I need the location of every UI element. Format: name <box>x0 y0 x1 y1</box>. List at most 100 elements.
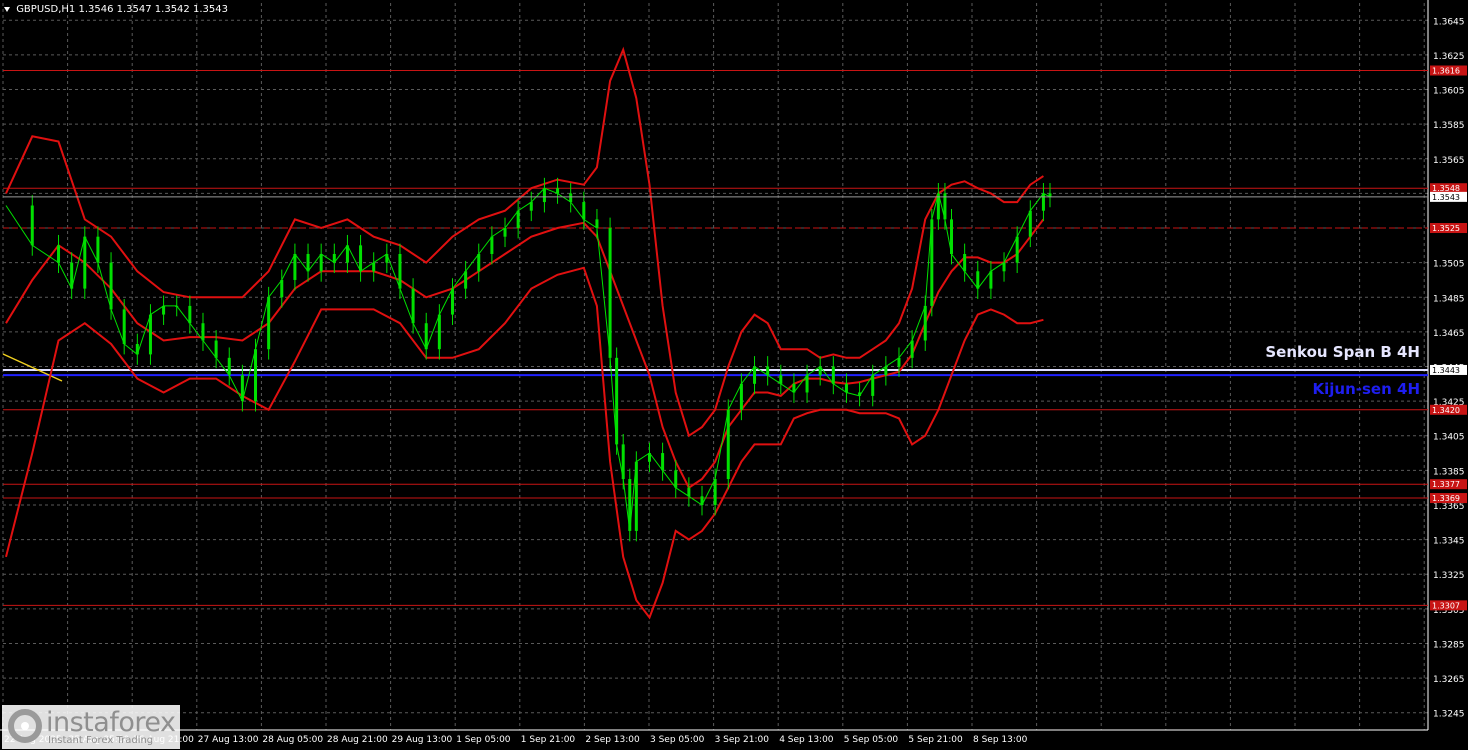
candle-body <box>844 383 848 393</box>
y-tick-label: 1.3265 <box>1433 675 1465 685</box>
x-tick-label: 27 Aug 13:00 <box>198 735 259 745</box>
candle-body <box>713 479 717 505</box>
y-tick-label: 1.3365 <box>1433 502 1465 512</box>
x-tick-label: 3 Sep 21:00 <box>715 735 770 745</box>
candle-body <box>148 314 152 355</box>
x-tick-label: 2 Sep 13:00 <box>585 735 640 745</box>
candle-body <box>897 357 901 367</box>
candle-body <box>359 245 363 272</box>
candle-body <box>96 236 100 263</box>
dropdown-triangle-icon[interactable] <box>4 6 10 12</box>
gear-logo-icon <box>8 709 42 743</box>
y-tick-label: 1.3625 <box>1433 52 1465 62</box>
candle-body <box>109 262 113 310</box>
candle-body <box>569 193 573 203</box>
kijun-sen-label: Kijun-sen 4H <box>1312 380 1420 398</box>
level-label: 1.3377 <box>1432 480 1460 489</box>
current-price-label: 1.3543 <box>1432 193 1460 202</box>
candle-body <box>30 205 34 246</box>
candle-body <box>1015 236 1019 263</box>
y-tick-label: 1.3325 <box>1433 571 1465 581</box>
level-label: 1.3548 <box>1432 184 1460 193</box>
candle-body <box>464 271 468 289</box>
candle-body <box>214 340 218 358</box>
x-tick-label: 4 Sep 13:00 <box>779 735 834 745</box>
candle-body <box>503 228 507 237</box>
candle-body <box>976 271 980 289</box>
candle-body <box>227 357 231 376</box>
x-tick-label: 3 Sep 05:00 <box>650 735 705 745</box>
y-tick-label: 1.3505 <box>1433 260 1465 270</box>
candle-body <box>726 409 730 480</box>
candle-body <box>254 349 258 402</box>
level-label: 1.3307 <box>1432 601 1460 610</box>
x-tick-label: 1 Sep 05:00 <box>456 735 511 745</box>
candle-body <box>83 236 87 289</box>
candle-body <box>910 340 914 358</box>
candle-body <box>1041 193 1045 211</box>
candle-body <box>674 470 678 488</box>
candle-body <box>963 253 967 272</box>
candle-body <box>293 253 297 280</box>
ohlc-values: 1.3546 1.3547 1.3542 1.3543 <box>78 4 228 15</box>
candle-body <box>319 253 323 272</box>
candle-body <box>188 305 192 324</box>
candle-body <box>753 366 757 384</box>
y-tick-label: 1.3585 <box>1433 121 1465 131</box>
candle-body <box>437 314 441 350</box>
candle-body <box>831 366 835 384</box>
y-tick-label: 1.3485 <box>1433 294 1465 304</box>
price-chart[interactable]: 1.36451.36251.36051.35851.35651.35451.35… <box>0 0 1468 750</box>
candle-body <box>542 188 546 203</box>
candle-body <box>122 309 126 344</box>
x-tick-label: 8 Sep 13:00 <box>973 735 1028 745</box>
candle-body <box>989 271 993 289</box>
candle-body <box>923 305 927 341</box>
y-tick-label: 1.3285 <box>1433 640 1465 650</box>
candle-body <box>280 279 284 298</box>
candle-body <box>490 236 494 254</box>
y-tick-label: 1.3345 <box>1433 537 1465 547</box>
level-label: 1.3616 <box>1432 67 1460 76</box>
y-tick-label: 1.3405 <box>1433 433 1465 443</box>
chart-title: GBPUSD,H1 1.3546 1.3547 1.3542 1.3543 <box>4 4 228 15</box>
candle-body <box>766 366 770 376</box>
y-tick-label: 1.3645 <box>1433 17 1465 27</box>
x-tick-label: 28 Aug 05:00 <box>262 735 323 745</box>
x-tick-label: 5 Sep 05:00 <box>844 735 899 745</box>
y-tick-label: 1.3385 <box>1433 467 1465 477</box>
x-tick-label: 1 Sep 21:00 <box>521 735 576 745</box>
senkou-span-b-label: Senkou Span B 4H <box>1265 343 1420 361</box>
candle-body <box>162 305 166 315</box>
candle-body <box>398 253 402 289</box>
level-label: 1.3369 <box>1432 494 1460 503</box>
candle-body <box>57 245 61 263</box>
x-tick-label: 5 Sep 21:00 <box>908 735 963 745</box>
y-tick-label: 1.3465 <box>1433 329 1465 339</box>
y-tick-label: 1.3605 <box>1433 87 1465 97</box>
candle-body <box>884 366 888 376</box>
candle-body <box>411 288 415 324</box>
candle-body <box>871 375 875 396</box>
candle-body <box>739 383 743 410</box>
candle-body <box>1028 210 1032 237</box>
candle-body <box>595 219 599 229</box>
candle-body <box>805 375 809 393</box>
candle-body <box>1002 262 1006 272</box>
x-tick-label: 29 Aug 13:00 <box>392 735 453 745</box>
candle-body <box>267 297 271 350</box>
candle-body <box>450 288 454 315</box>
instaforex-logo: instaforex Instant Forex Trading <box>2 705 180 749</box>
level-label: 1.3525 <box>1432 224 1460 233</box>
y-tick-label: 1.3565 <box>1433 156 1465 166</box>
candle-body <box>477 253 481 272</box>
candle-body <box>372 262 376 272</box>
logo-brand: instaforex <box>46 707 176 738</box>
logo-tagline: Instant Forex Trading <box>48 735 154 746</box>
candle-body <box>516 210 520 229</box>
candle-body <box>201 323 205 341</box>
level-label: 1.3420 <box>1432 406 1460 415</box>
candle-body <box>306 253 310 272</box>
senkou-value-label: 1.3443 <box>1432 366 1460 375</box>
symbol-timeframe: GBPUSD,H1 <box>16 4 76 15</box>
